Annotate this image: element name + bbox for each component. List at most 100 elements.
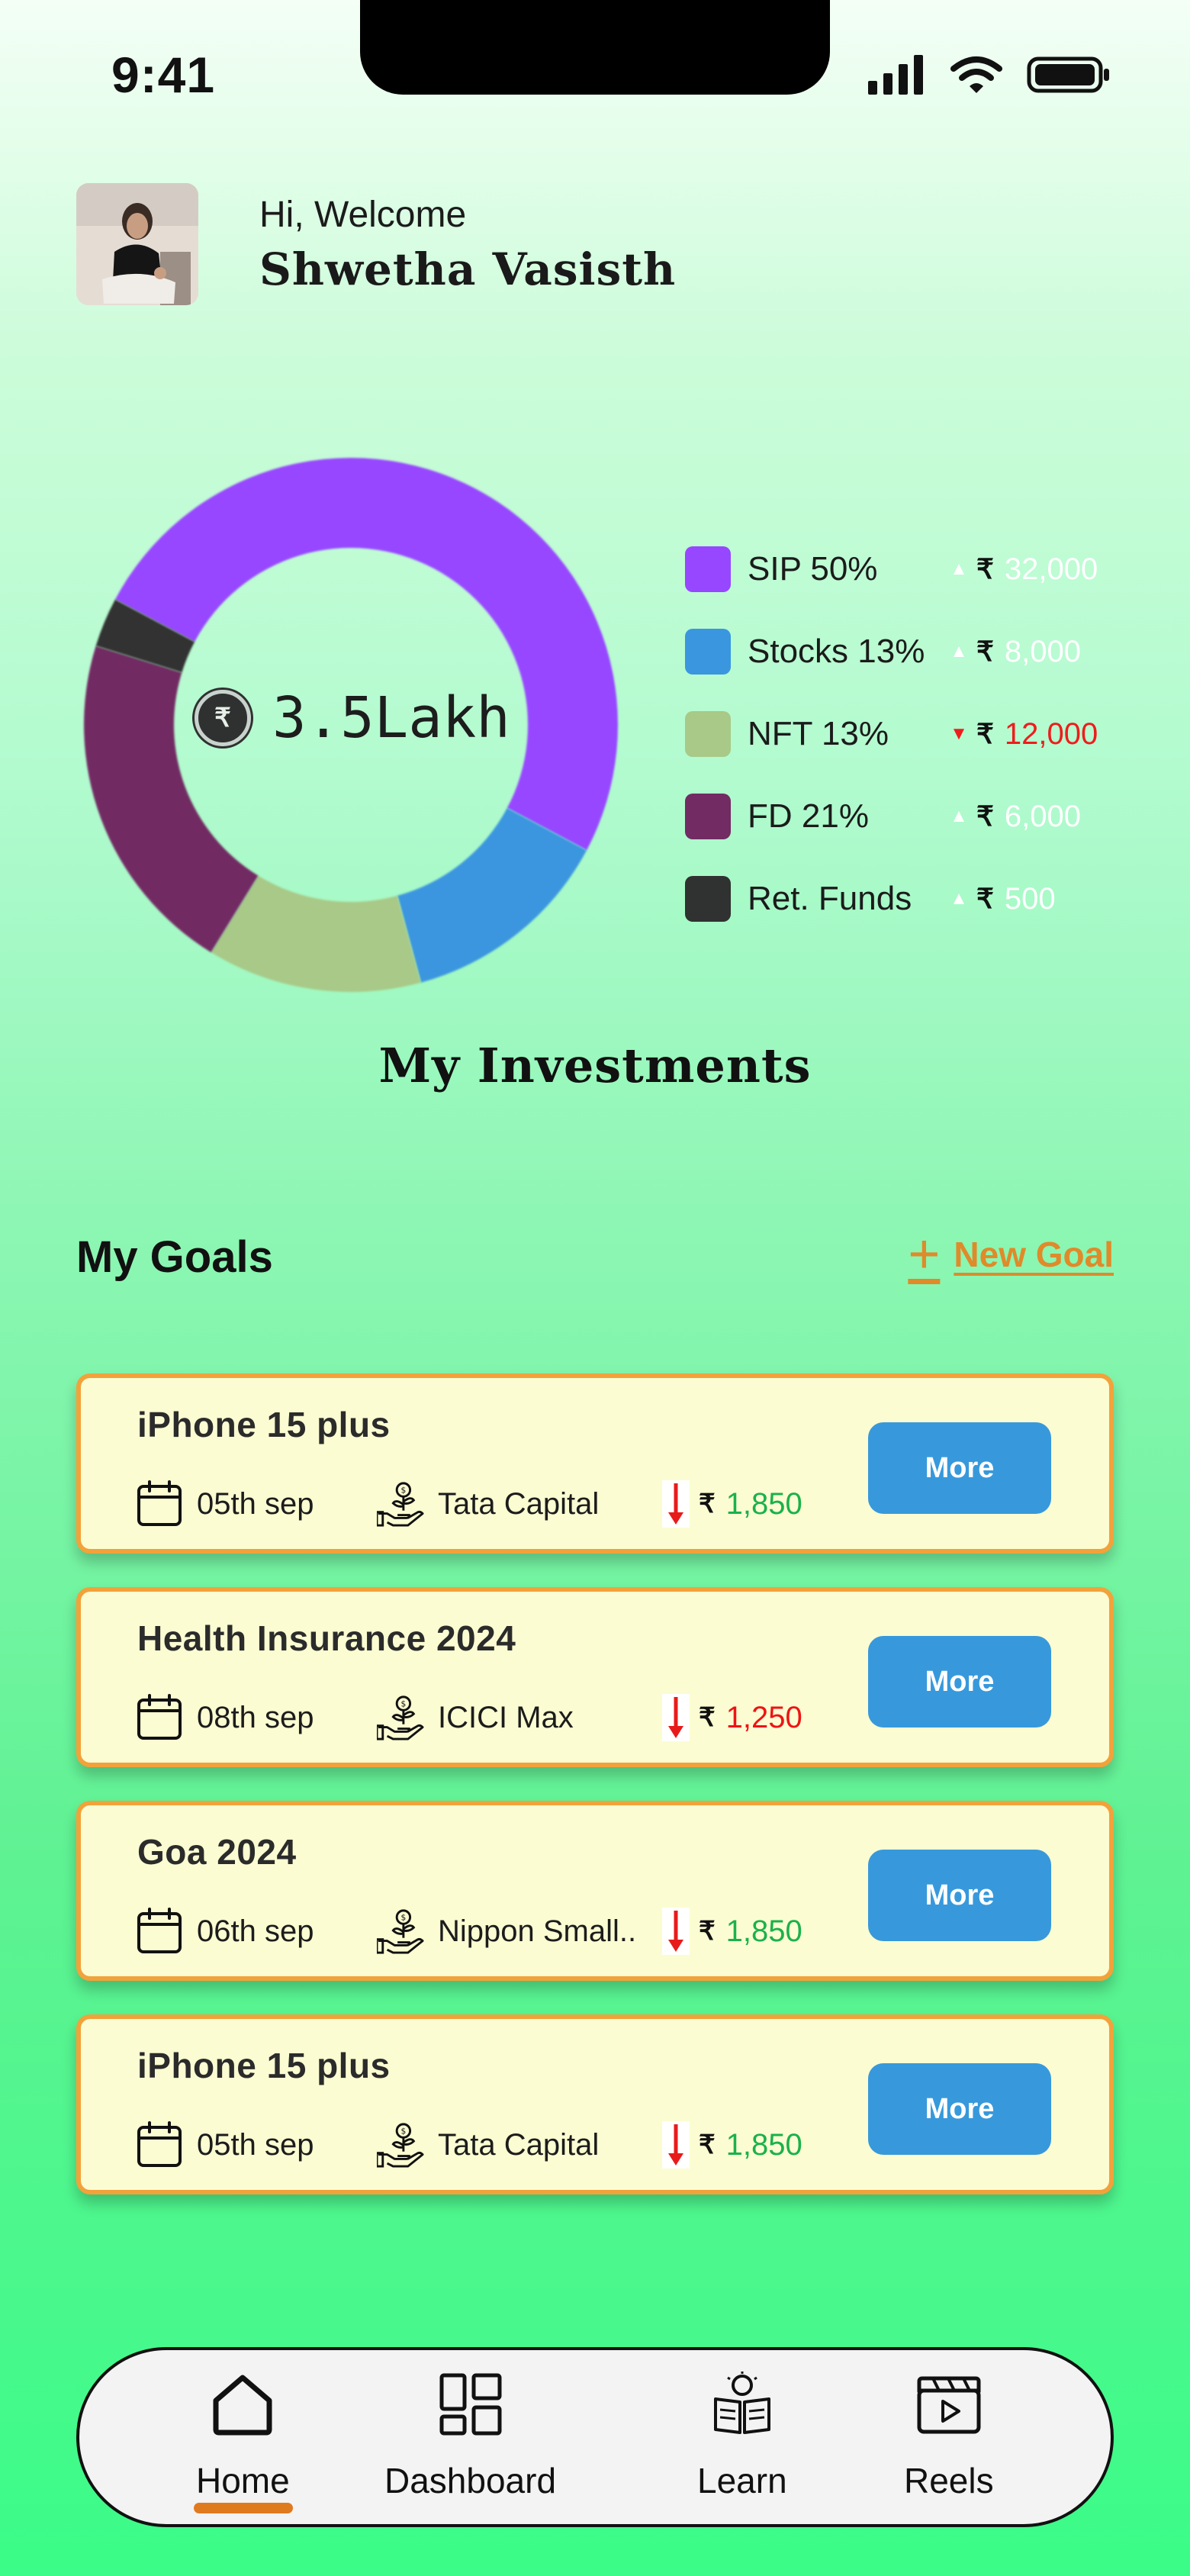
goal-fund: $ ICICI Max [377, 1694, 674, 1741]
down-arrow-icon [662, 1908, 690, 1955]
nav-item-learn[interactable]: Learn [697, 2370, 787, 2501]
rupee-coin-icon: ₹ [195, 690, 251, 746]
rupee-symbol: ₹ [699, 1489, 716, 1518]
legend-swatch [685, 546, 731, 592]
goal-name: Health Insurance 2024 [137, 1618, 516, 1658]
goal-fund-text: Tata Capital [438, 1486, 600, 1521]
plus-icon: + [908, 1224, 941, 1285]
goal-meta: 08th sep $ ICICI Max ₹ 1,250 [136, 1691, 802, 1744]
calendar-icon [136, 1480, 183, 1528]
legend-item: Stocks 13% ▲ ₹8,000 [685, 610, 1127, 693]
legend-label: Stocks 13% [748, 633, 925, 670]
goal-amount-value: 1,250 [725, 1700, 802, 1734]
goal-meta: 05th sep $ Tata Capital ₹ 1,850 [136, 2118, 802, 2172]
rupee-symbol: ₹ [699, 1703, 716, 1732]
goal-fund-text: Nippon Small.. [438, 1914, 637, 1948]
goal-card[interactable]: iPhone 15 plus 05th sep $ Tata Capital ₹… [76, 1373, 1114, 1554]
goal-date: 05th sep [136, 2121, 377, 2169]
rupee-symbol: ₹ [699, 2130, 716, 2159]
dashboard-icon [436, 2370, 505, 2439]
rupee-symbol: ₹ [976, 718, 994, 749]
legend-amount: 12,000 [1004, 716, 1098, 751]
legend-swatch [685, 629, 731, 675]
investment-donut-chart: ₹ 3.5Lakh [76, 450, 626, 1000]
money-plant-icon: $ [377, 1694, 424, 1741]
trend-down-icon: ▼ [950, 723, 968, 744]
legend-amount: 500 [1004, 881, 1056, 916]
legend-label: SIP 50% [748, 550, 878, 588]
legend-swatch [685, 711, 731, 757]
goal-card[interactable]: Goa 2024 06th sep $ Nippon Small.. ₹ 1,8… [76, 1801, 1114, 1981]
money-plant-icon: $ [377, 2121, 424, 2169]
goal-card[interactable]: iPhone 15 plus 05th sep $ Tata Capital ₹… [76, 2014, 1114, 2194]
legend-swatch [685, 794, 731, 839]
portfolio-total: ₹ 3.5Lakh [195, 685, 510, 751]
goal-fund: $ Nippon Small.. [377, 1908, 674, 1955]
rupee-symbol: ₹ [976, 800, 994, 832]
legend-item: SIP 50% ▲ ₹32,000 [685, 528, 1127, 610]
user-profile: Hi, Welcome Shwetha Vasisth [76, 183, 676, 305]
legend-swatch [685, 876, 731, 922]
avatar[interactable] [76, 183, 198, 305]
legend-label: NFT 13% [748, 715, 889, 752]
goal-name: iPhone 15 plus [137, 1405, 391, 1444]
goal-amount: ₹ 1,850 [662, 2121, 802, 2169]
rupee-symbol: ₹ [976, 636, 994, 667]
goal-name: iPhone 15 plus [137, 2046, 391, 2085]
svg-text:$: $ [400, 2126, 406, 2136]
more-button[interactable]: More [868, 2063, 1051, 2155]
legend-label: Ret. Funds [748, 880, 912, 917]
goal-amount-value: 1,850 [725, 1914, 802, 1948]
status-time: 9:41 [111, 47, 216, 103]
goal-date-text: 05th sep [197, 1486, 314, 1521]
nav-label-home: Home [196, 2461, 290, 2500]
legend-item: FD 21% ▲ ₹6,000 [685, 775, 1127, 858]
legend-amount: 8,000 [1004, 634, 1082, 668]
rupee-symbol: ₹ [976, 553, 994, 584]
goal-card[interactable]: Health Insurance 2024 08th sep $ ICICI M… [76, 1587, 1114, 1767]
legend-label: FD 21% [748, 797, 869, 835]
svg-text:$: $ [400, 1485, 406, 1495]
goal-fund: $ Tata Capital [377, 2121, 674, 2169]
home-icon [208, 2370, 277, 2439]
nav-item-dashboard[interactable]: Dashboard [384, 2370, 556, 2501]
goal-date-text: 08th sep [197, 1700, 314, 1734]
more-button[interactable]: More [868, 1422, 1051, 1514]
svg-text:$: $ [400, 1699, 406, 1708]
goal-amount-value: 1,850 [725, 2127, 802, 2162]
status-icons [868, 55, 1111, 98]
money-plant-icon: $ [377, 1480, 424, 1528]
legend-amount: 32,000 [1004, 552, 1098, 586]
new-goal-button[interactable]: + New Goal [908, 1227, 1114, 1282]
greeting-text: Hi, Welcome [259, 194, 467, 235]
nav-item-home[interactable]: Home [196, 2370, 290, 2501]
nav-label-learn: Learn [697, 2461, 787, 2500]
more-button[interactable]: More [868, 1850, 1051, 1941]
donut-slice-sip [114, 458, 619, 851]
goal-amount: ₹ 1,250 [662, 1694, 802, 1741]
goal-fund-text: ICICI Max [438, 1700, 574, 1734]
calendar-icon [136, 1908, 183, 1955]
active-tab-indicator [194, 2503, 293, 2513]
calendar-icon [136, 1694, 183, 1741]
down-arrow-icon [662, 1480, 690, 1528]
nav-item-reels[interactable]: Reels [904, 2370, 994, 2501]
portfolio-total-value: 3.5Lakh [272, 685, 510, 751]
money-plant-icon: $ [377, 1908, 424, 1955]
rupee-symbol: ₹ [699, 1917, 716, 1946]
goal-date: 08th sep [136, 1694, 377, 1741]
trend-up-icon: ▲ [950, 888, 968, 909]
new-goal-label: New Goal [954, 1235, 1114, 1274]
down-arrow-icon [662, 1694, 690, 1741]
down-arrow-icon [662, 2121, 690, 2169]
goal-fund-text: Tata Capital [438, 2127, 600, 2162]
goal-amount: ₹ 1,850 [662, 1480, 802, 1528]
battery-icon [1027, 55, 1111, 98]
legend-item: Ret. Funds ▲ ₹500 [685, 858, 1127, 940]
goal-amount-value: 1,850 [725, 1486, 802, 1521]
nav-label-reels: Reels [904, 2461, 994, 2500]
svg-text:$: $ [400, 1912, 406, 1922]
device-notch [360, 0, 830, 95]
reels-icon [915, 2370, 983, 2439]
more-button[interactable]: More [868, 1636, 1051, 1728]
